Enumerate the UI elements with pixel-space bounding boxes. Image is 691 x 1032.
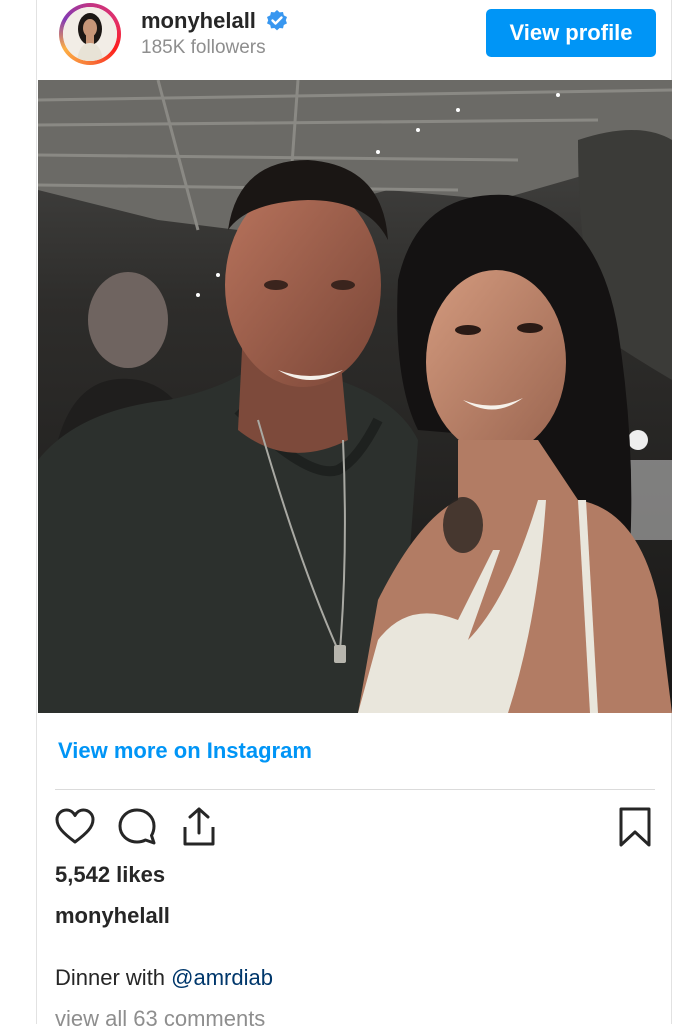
avatar[interactable] <box>59 3 121 65</box>
divider <box>55 789 655 790</box>
bookmark-icon[interactable] <box>613 805 657 849</box>
likes-count[interactable]: 5,542 likes <box>55 862 165 888</box>
post-header: monyhelall 185K followers View profile <box>37 0 673 78</box>
followers-count: 185K followers <box>141 37 266 58</box>
caption-mention-link[interactable]: @amrdiab <box>171 965 273 990</box>
instagram-embed-card: monyhelall 185K followers View profile V… <box>36 0 673 1031</box>
view-comments-link[interactable]: view all 63 comments <box>55 1006 265 1032</box>
share-icon[interactable] <box>177 805 221 849</box>
post-photo[interactable] <box>38 80 672 713</box>
comment-bubble-icon[interactable] <box>115 805 159 849</box>
verified-badge-icon <box>267 10 287 31</box>
view-more-link[interactable]: View more on Instagram <box>58 738 312 764</box>
view-profile-button[interactable]: View profile <box>486 9 656 57</box>
heart-icon[interactable] <box>53 805 97 849</box>
post-caption: Dinner with @amrdiab <box>55 965 273 991</box>
username[interactable]: monyhelall <box>141 8 256 34</box>
caption-text: Dinner with <box>55 965 172 990</box>
avatar-image <box>63 7 117 61</box>
caption-username[interactable]: monyhelall <box>55 903 170 929</box>
